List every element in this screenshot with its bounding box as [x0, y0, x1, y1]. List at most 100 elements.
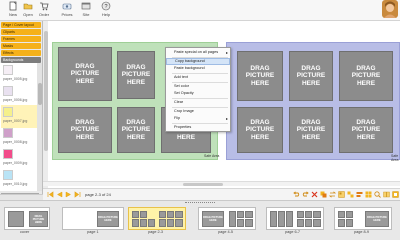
canvas-vertical-scrollbar[interactable] [43, 21, 48, 194]
thumbnail-swatch [3, 107, 13, 117]
filmstrip-cell [159, 211, 166, 218]
category-frames[interactable]: Frames [1, 36, 41, 42]
filmstrip-cell [167, 211, 174, 218]
spread-view-icon[interactable] [383, 191, 390, 198]
swap-icon[interactable] [329, 191, 336, 198]
user-avatar[interactable] [382, 0, 398, 18]
filmstrip-cell [297, 219, 304, 227]
menu-item-add-text[interactable]: Add text [166, 74, 230, 81]
photo-placeholder[interactable]: DRAGPICTUREHERE [289, 51, 333, 101]
filmstrip-label: cover [20, 230, 30, 234]
next-page-icon[interactable] [65, 191, 72, 198]
menu-item-copy-background[interactable]: Copy background [166, 58, 230, 65]
placeholder-text: HERE [126, 78, 146, 86]
placeholder-text: HERE [301, 133, 321, 141]
menu-item-label: Flip [174, 116, 181, 120]
safe-area-label: Safe Area [204, 154, 220, 158]
photo-placeholder[interactable]: DRAGPICTUREHERE [339, 51, 393, 101]
filmstrip-cell [140, 211, 147, 218]
delete-icon[interactable] [311, 191, 318, 198]
thumbnail-filename: paper_0005.jpg [3, 77, 28, 81]
placeholder-text: PICTURE [70, 70, 100, 78]
undo-icon[interactable] [293, 191, 300, 198]
menu-item-paste-special[interactable]: Paste special on all pages ▸ [166, 49, 230, 56]
filmstrip-cell [305, 211, 312, 218]
menu-item-flip[interactable]: Flip ▸ [166, 115, 230, 122]
filmstrip-page-1[interactable]: DRAG PICTURE HERE [62, 207, 124, 230]
first-page-icon[interactable] [47, 191, 54, 198]
background-thumbnail[interactable]: paper_0005.jpg [1, 63, 41, 86]
filmstrip-page-8-9[interactable]: DRAG PICTURE HERE [334, 207, 392, 230]
filmstrip-cell [237, 219, 244, 227]
placeholder-text: DRAG [126, 63, 146, 71]
last-page-icon[interactable] [74, 191, 81, 198]
filmstrip-page-cover[interactable]: DRAG PICTURE HERE [4, 207, 50, 230]
submenu-arrow-icon: ▸ [225, 116, 228, 121]
placeholder-text: PICTURE [351, 72, 381, 80]
placeholder-text: HERE [356, 79, 376, 87]
menu-item-paste-background[interactable]: Paste background [166, 65, 230, 72]
filmstrip-cell [148, 219, 155, 227]
placeholder-text: PICTURE [121, 71, 151, 79]
photo-placeholder[interactable]: DRAGPICTUREHERE [237, 51, 283, 101]
menu-item-set-color[interactable]: Set color [166, 83, 230, 90]
order-button[interactable]: Order [32, 1, 56, 20]
thumbnail-filename: paper_0008.jpg [3, 140, 28, 144]
preview-icon[interactable] [392, 191, 399, 198]
photo-placeholder[interactable]: DRAGPICTUREHERE [58, 107, 112, 153]
scrollbar-thumb[interactable] [43, 31, 48, 151]
background-thumbnail[interactable]: paper_0009.jpg [1, 147, 41, 170]
photo-placeholder[interactable]: DRAGPICTUREHERE [117, 107, 155, 153]
help-button[interactable]: ? Help [94, 1, 118, 20]
site-icon [81, 2, 91, 10]
category-cliparts[interactable]: Cliparts [1, 29, 41, 35]
filmstrip-cell [140, 219, 147, 227]
thumbnail-filename: paper_0006.jpg [3, 98, 28, 102]
placeholder-text: PICTURE [245, 72, 275, 80]
previous-page-icon[interactable] [56, 191, 63, 198]
photo-placeholder[interactable]: DRAGPICTUREHERE [117, 51, 155, 99]
filmstrip-cell [159, 219, 166, 227]
redo-icon[interactable] [302, 191, 309, 198]
background-thumbnail-selected[interactable]: paper_0007.jpg [1, 105, 41, 128]
photo-placeholder[interactable]: DRAGPICTUREHERE [58, 47, 112, 101]
menu-item-label: Crop Image [174, 109, 194, 113]
zoom-icon[interactable] [374, 191, 381, 198]
filmstrip-cell: DRAG PICTURE HERE [202, 211, 224, 227]
menu-item-label: Set Opacity [174, 91, 194, 95]
layout-icon[interactable] [338, 191, 345, 198]
photo-placeholder[interactable]: DRAGPICTUREHERE [289, 107, 333, 153]
group-icon[interactable] [347, 191, 354, 198]
grid-icon[interactable] [365, 191, 372, 198]
category-masks[interactable]: Masks [1, 43, 41, 49]
scrollbar-thumb[interactable] [183, 182, 223, 186]
filmstrip-page-6-7[interactable] [266, 207, 324, 230]
cell-text: DRAG PICTURE HERE [32, 214, 45, 224]
menu-item-properties[interactable]: Properties [166, 124, 230, 131]
background-thumbnail[interactable]: paper_0008.jpg [1, 126, 41, 149]
canvas-horizontal-scrollbar[interactable] [43, 181, 400, 186]
thumbnail-scrollbar[interactable] [37, 63, 42, 191]
placeholder-text: DRAG [75, 62, 95, 70]
filmstrip-cell [338, 219, 345, 227]
help-icon: ? [101, 1, 111, 11]
filmstrip-page-4-5[interactable]: DRAG PICTURE HERE [198, 207, 256, 230]
category-effects[interactable]: Effects [1, 50, 41, 56]
background-thumbnail[interactable]: paper_0010.jpg [1, 168, 41, 191]
filmstrip-resize-grip[interactable] [185, 202, 215, 204]
arrange-icon[interactable] [320, 191, 327, 198]
background-thumbnail[interactable]: paper_0006.jpg [1, 84, 41, 107]
menu-item-set-opacity[interactable]: Set Opacity [166, 90, 230, 97]
photo-placeholder[interactable]: DRAGPICTUREHERE [237, 107, 283, 153]
filmstrip-page-2-3[interactable] [128, 207, 186, 230]
align-icon[interactable] [356, 191, 363, 198]
menu-item-crop-image[interactable]: Crop Image [166, 108, 230, 115]
photo-placeholder[interactable]: DRAGPICTUREHERE [339, 107, 393, 153]
scrollbar-thumb[interactable] [37, 83, 42, 105]
menu-item-clear[interactable]: Clear [166, 99, 230, 106]
menu-item-label: Clear [174, 100, 184, 104]
main-toolbar: New Open Order Prices Site ? Help [0, 0, 400, 21]
filmstrip-cell [305, 219, 312, 227]
filmstrip-cell [8, 211, 24, 227]
category-page-cover-layout[interactable]: Page / Cover layout [1, 22, 41, 28]
